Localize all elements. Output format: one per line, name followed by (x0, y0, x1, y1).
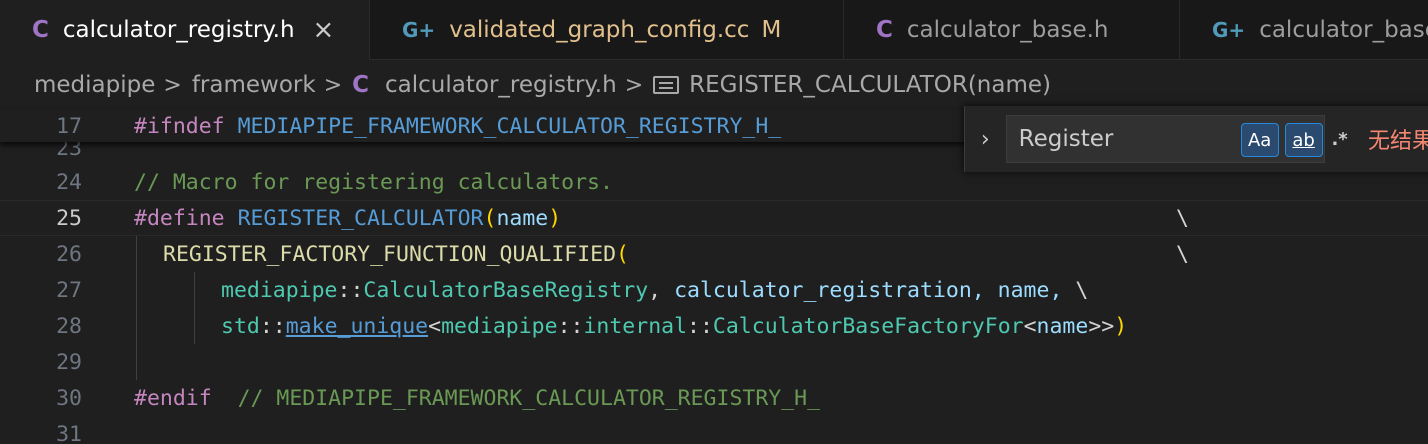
line-number: 27 (56, 277, 82, 303)
find-input[interactable]: Register Aa ab (1005, 115, 1326, 163)
breadcrumb-item-framework[interactable]: framework (192, 72, 316, 98)
line-continuation: \ (1176, 241, 1189, 267)
macro-symbol-icon (653, 76, 680, 94)
close-icon[interactable]: × (313, 15, 335, 45)
tab-label: calculator_base (1259, 17, 1428, 43)
code-line: 28 std::make_unique<mediapipe::internal:… (0, 308, 1428, 344)
breadcrumb-item-symbol[interactable]: REGISTER_CALCULATOR(name) (689, 72, 1051, 98)
match-case-toggle[interactable]: Aa (1240, 123, 1279, 157)
line-number: 29 (56, 349, 82, 375)
editor-tab-bar: C calculator_registry.h × G+ validated_g… (0, 0, 1428, 60)
find-widget: › Register Aa ab .* 无结果 (964, 106, 1428, 172)
tab-calculator-base-cc[interactable]: G+ calculator_base (1180, 0, 1428, 60)
c-file-icon: C (32, 17, 49, 43)
find-query: Register (1018, 126, 1114, 152)
c-file-icon: C (876, 17, 893, 43)
code-text: std::make_unique<mediapipe::internal::Ca… (221, 313, 1128, 339)
tab-label: calculator_registry.h (62, 17, 295, 43)
code-text: #define REGISTER_CALCULATOR(name) (134, 205, 562, 231)
line-number: 25 (56, 205, 82, 231)
tab-label: validated_graph_config.cc (449, 17, 750, 43)
breadcrumb-item-mediapipe[interactable]: mediapipe (34, 72, 155, 98)
find-result-count: 无结果 (1367, 129, 1428, 154)
code-line: 31 (0, 416, 1428, 444)
cpp-file-icon: G+ (402, 18, 436, 42)
code-text: #ifndef MEDIAPIPE_FRAMEWORK_CALCULATOR_R… (134, 113, 782, 139)
chevron-right-icon: > (624, 72, 644, 98)
c-file-icon: C (352, 72, 370, 98)
code-line-current: 25 #define REGISTER_CALCULATOR(name) \ (0, 200, 1428, 236)
code-text: mediapipe::CalculatorBaseRegistry, calcu… (221, 277, 1089, 303)
chevron-right-icon: > (163, 72, 182, 98)
tab-calculator-registry-h[interactable]: C calculator_registry.h × (0, 0, 370, 60)
modified-badge: M (761, 17, 782, 43)
regex-toggle[interactable]: .* (1321, 122, 1358, 156)
code-line: 29 (0, 344, 1428, 380)
make-unique-link[interactable]: make_unique (286, 314, 428, 339)
line-number: 28 (56, 313, 82, 339)
comment: // Macro for registering calculators. (134, 169, 613, 195)
line-continuation: \ (1176, 205, 1189, 231)
whole-word-toggle[interactable]: ab (1284, 123, 1323, 157)
tab-label: calculator_base.h (906, 17, 1109, 43)
code-line: 27 mediapipe::CalculatorBaseRegistry, ca… (0, 272, 1428, 308)
code-text: REGISTER_FACTORY_FUNCTION_QUALIFIED( (163, 241, 629, 267)
line-number: 26 (56, 241, 82, 267)
chevron-right-icon[interactable]: › (965, 127, 1006, 152)
line-number: 31 (56, 421, 82, 444)
tab-validated-graph-config-cc[interactable]: G+ validated_graph_config.cc M (370, 0, 844, 60)
line-number: 17 (56, 113, 82, 139)
chevron-right-icon: > (323, 72, 343, 98)
breadcrumb: mediapipe > framework > C calculator_reg… (0, 60, 1428, 110)
cpp-file-icon: G+ (1212, 18, 1246, 42)
line-number: 30 (56, 385, 82, 411)
code-line: 26 REGISTER_FACTORY_FUNCTION_QUALIFIED( … (0, 236, 1428, 272)
tab-calculator-base-h[interactable]: C calculator_base.h (844, 0, 1180, 60)
code-line: 30 #endif // MEDIAPIPE_FRAMEWORK_CALCULA… (0, 380, 1428, 416)
line-number: 24 (56, 169, 82, 195)
breadcrumb-item-file[interactable]: calculator_registry.h (385, 72, 617, 98)
code-text: #endif // MEDIAPIPE_FRAMEWORK_CALCULATOR… (134, 385, 821, 411)
